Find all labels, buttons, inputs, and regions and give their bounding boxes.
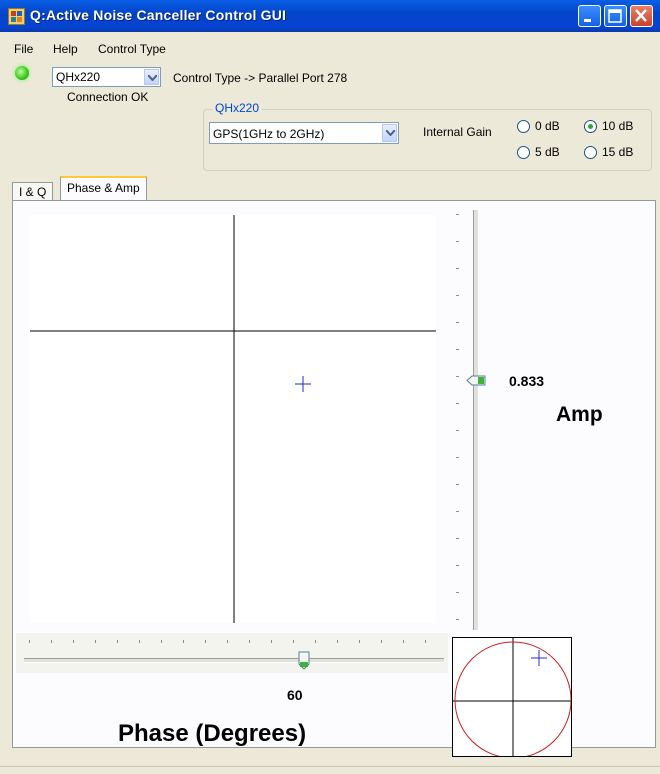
amp-slider-thumb[interactable] (466, 375, 486, 386)
radio-circle[interactable] (517, 119, 530, 133)
control-type-label: Control Type -> Parallel Port 278 (173, 71, 348, 85)
gain-radio-10db[interactable]: 10 dB (584, 119, 633, 133)
minimize-icon (584, 19, 591, 22)
internal-gain-label: Internal Gain (423, 125, 492, 139)
amp-value: 0.833 (509, 373, 545, 389)
band-select-value: GPS(1GHz to 2GHz) (213, 127, 325, 141)
polar-marker-crosshair (531, 650, 547, 666)
window-title: Q:Active Noise Canceller Control GUI (30, 7, 287, 23)
chevron-down-icon[interactable] (144, 69, 159, 85)
phase-slider-track[interactable] (24, 658, 444, 663)
amp-slider-track[interactable] (473, 210, 479, 630)
tab-label: I & Q (19, 185, 47, 199)
menu-bar: File Help Control Type (0, 32, 660, 60)
close-icon (635, 9, 647, 22)
minimize-button[interactable] (578, 5, 601, 27)
band-select[interactable]: GPS(1GHz to 2GHz) (209, 122, 399, 144)
groupbox-title: QHx220 (212, 101, 263, 115)
close-button[interactable] (630, 5, 653, 27)
tab-label: Phase & Amp (67, 181, 140, 195)
connection-status: Connection OK (67, 90, 149, 104)
menu-file[interactable]: File (14, 42, 33, 56)
phase-value: 60 (287, 687, 303, 703)
device-select[interactable]: QHx220 (52, 67, 161, 87)
connection-led (15, 66, 29, 80)
radio-label: 5 dB (535, 145, 560, 159)
menu-control-type[interactable]: Control Type (98, 42, 166, 56)
radio-circle[interactable] (584, 145, 597, 159)
phase-title: Phase (Degrees) (118, 720, 307, 747)
polar-indicator (452, 637, 572, 757)
amp-title: Amp (556, 403, 603, 426)
iq-plot[interactable] (30, 215, 436, 623)
gain-radio-0db[interactable]: 0 dB (517, 119, 560, 133)
chevron-down-icon[interactable] (382, 124, 397, 142)
gain-radio-5db[interactable]: 5 dB (517, 145, 560, 159)
device-select-value: QHx220 (56, 70, 101, 84)
radio-circle-checked[interactable] (584, 119, 597, 133)
radio-circle[interactable] (517, 145, 530, 159)
tab-phase-and-amp[interactable]: Phase & Amp (60, 176, 147, 201)
radio-label: 15 dB (602, 145, 634, 159)
app-icon[interactable] (8, 8, 25, 25)
gain-radio-15db[interactable]: 15 dB (584, 145, 633, 159)
maximize-icon (608, 9, 622, 23)
maximize-button[interactable] (604, 5, 627, 27)
phase-slider-thumb[interactable] (297, 651, 311, 670)
title-bar[interactable]: Q:Active Noise Canceller Control GUI (0, 0, 660, 32)
radio-label: 0 dB (535, 119, 560, 133)
iq-marker-crosshair (295, 376, 311, 392)
tab-i-and-q[interactable]: I & Q (12, 182, 54, 201)
radio-label: 10 dB (602, 119, 634, 133)
phase-slider-area (16, 633, 448, 673)
menu-help[interactable]: Help (53, 42, 78, 56)
